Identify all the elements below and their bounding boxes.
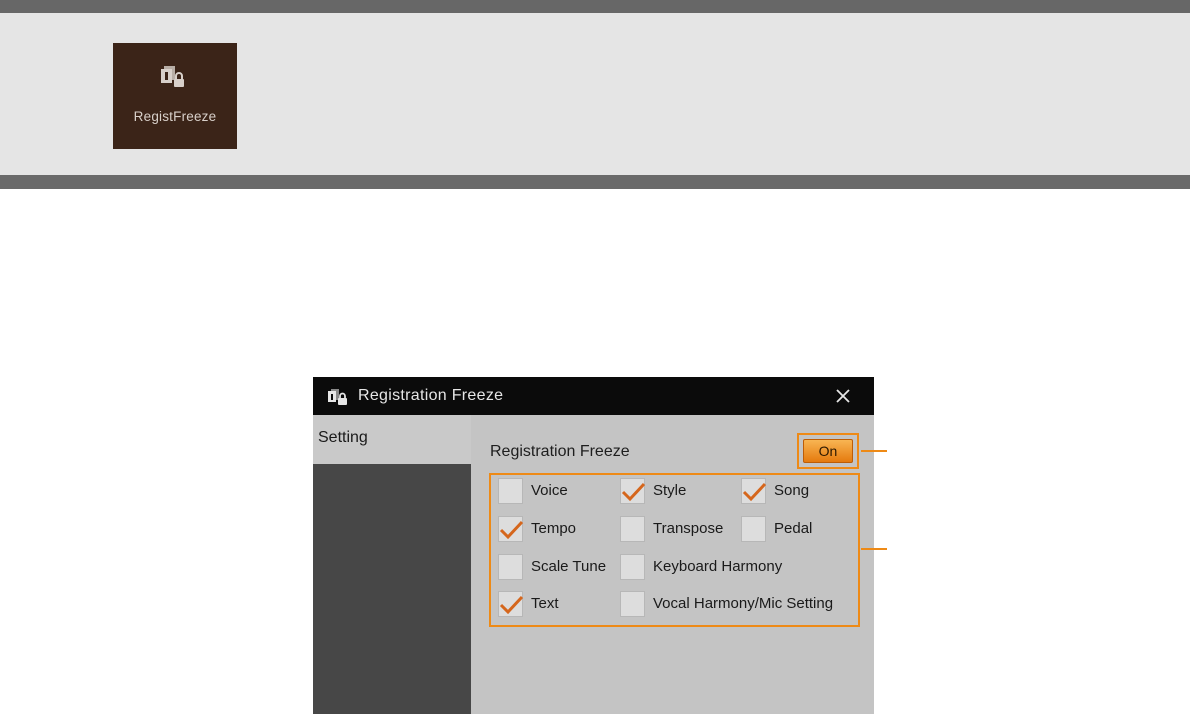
checkbox-box[interactable] [498, 554, 523, 580]
checkbox-label: Scale Tune [531, 558, 607, 575]
checkbox-label: Pedal [774, 520, 813, 537]
checkbox-label: Text [531, 595, 559, 612]
registration-freeze-dialog: Registration Freeze Setting Registration… [313, 377, 874, 714]
freeze-on-toggle[interactable]: On [803, 439, 853, 463]
tab-setting-label: Setting [318, 429, 368, 446]
bottom-band [0, 175, 1190, 189]
checkmark-icon [621, 482, 646, 502]
checkbox-label: Voice [531, 482, 568, 499]
checkbox-label: Style [653, 482, 687, 499]
checkmark-icon [499, 595, 524, 615]
top-band [0, 0, 1190, 13]
registration-lock-icon [161, 66, 184, 87]
callout-line-checkboxes [861, 548, 887, 550]
dialog-title: Registration Freeze [358, 387, 504, 404]
checkbox-box[interactable] [498, 516, 524, 542]
app-tile-label: RegistFreeze [133, 109, 217, 124]
regist-freeze-app-tile[interactable]: RegistFreeze [113, 43, 237, 149]
checkbox-box[interactable] [620, 554, 645, 580]
registration-lock-icon [328, 389, 347, 405]
checkmark-icon [499, 520, 524, 540]
callout-line-toggle [861, 450, 887, 452]
tab-setting[interactable]: Setting [313, 415, 471, 464]
checkbox-box[interactable] [498, 478, 523, 504]
close-icon[interactable] [832, 385, 854, 407]
checkbox-box[interactable] [620, 478, 646, 504]
checkbox-label: Transpose [653, 520, 724, 537]
checkbox-label: Vocal Harmony/Mic Setting [653, 595, 834, 612]
title-bar: Registration Freeze [313, 377, 874, 415]
sidebar: Setting [313, 415, 471, 714]
checkbox-label: Song [774, 482, 810, 499]
registration-freeze-label: Registration Freeze [490, 443, 630, 460]
checkbox-box[interactable] [620, 516, 645, 542]
checkbox-box[interactable] [620, 591, 645, 617]
checkbox-box[interactable] [741, 478, 767, 504]
checkbox-box[interactable] [741, 516, 766, 542]
checkbox-label: Tempo [531, 520, 577, 537]
checkbox-box[interactable] [498, 591, 524, 617]
checkbox-label: Keyboard Harmony [653, 558, 783, 575]
checkmark-icon [742, 482, 767, 502]
